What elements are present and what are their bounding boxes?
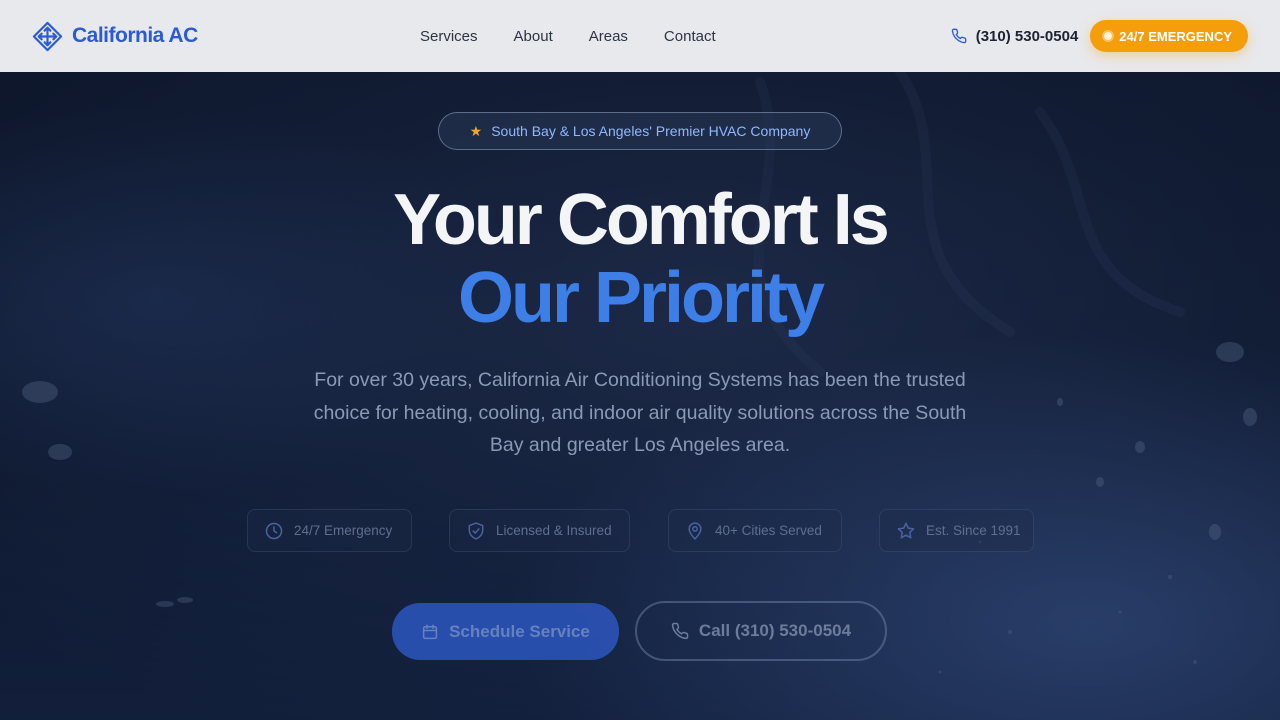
hero-title-line2: Our Priority (457, 258, 825, 338)
feature-item-cities: 40+ Cities Served (668, 509, 842, 552)
main-nav: Services About Areas Contact (420, 0, 716, 72)
site-header: California AC Services About Areas Conta… (0, 0, 1280, 72)
diamond-arrows-icon (32, 21, 63, 51)
hero-content: ★ South Bay & Los Angeles' Premier HVAC … (0, 72, 1280, 720)
phone-icon (951, 28, 967, 44)
emergency-button-label: 24/7 EMERGENCY (1119, 28, 1232, 44)
star-outline-icon (897, 522, 915, 538)
hero-feature-list: 24/7 Emergency Licensed & Insured 40+ Ci… (0, 509, 1280, 553)
feature-label: 40+ Cities Served (715, 523, 822, 538)
calendar-icon (422, 624, 438, 639)
hero-description: For over 30 years, California Air Condit… (313, 369, 967, 456)
feature-label: 24/7 Emergency (294, 523, 393, 538)
hero-section: ★ South Bay & Los Angeles' Premier HVAC … (0, 72, 1280, 720)
phone-icon (671, 622, 689, 640)
clock-icon (265, 522, 283, 539)
hero-badge-text: South Bay & Los Angeles' Premier HVAC Co… (491, 123, 811, 139)
hero-title-line1: Your Comfort Is (393, 180, 890, 260)
feature-label: Licensed & Insured (496, 523, 612, 538)
feature-label: Est. Since 1991 (926, 523, 1021, 538)
schedule-service-button[interactable]: Schedule Service (392, 603, 619, 660)
emergency-button[interactable]: 24/7 EMERGENCY (1090, 20, 1248, 52)
star-icon: ★ (469, 122, 483, 139)
shield-check-icon (468, 521, 484, 540)
nav-link-contact[interactable]: Contact (664, 28, 716, 45)
brand-logo-link[interactable]: California AC (32, 21, 198, 52)
header-phone-link[interactable]: (310) 530-0504 (951, 27, 1079, 45)
header-actions: (310) 530-0504 24/7 EMERGENCY (951, 0, 1248, 72)
feature-item-emergency: 24/7 Emergency (247, 509, 412, 552)
map-pin-icon (688, 521, 702, 540)
call-phone-button[interactable]: Call (310) 530-0504 (635, 601, 887, 661)
nav-link-areas[interactable]: Areas (589, 28, 628, 45)
nav-link-services[interactable]: Services (420, 28, 478, 45)
feature-item-licensed: Licensed & Insured (449, 509, 630, 552)
schedule-service-label: Schedule Service (449, 621, 590, 641)
call-phone-label: Call (310) 530-0504 (698, 621, 852, 640)
feature-item-established: Est. Since 1991 (879, 509, 1034, 552)
header-phone-number: (310) 530-0504 (975, 27, 1079, 45)
brand-name: California AC (72, 24, 198, 47)
nav-link-about[interactable]: About (514, 28, 553, 45)
hero-badge: ★ South Bay & Los Angeles' Premier HVAC … (438, 112, 842, 150)
pulse-dot-icon (1104, 32, 1113, 40)
